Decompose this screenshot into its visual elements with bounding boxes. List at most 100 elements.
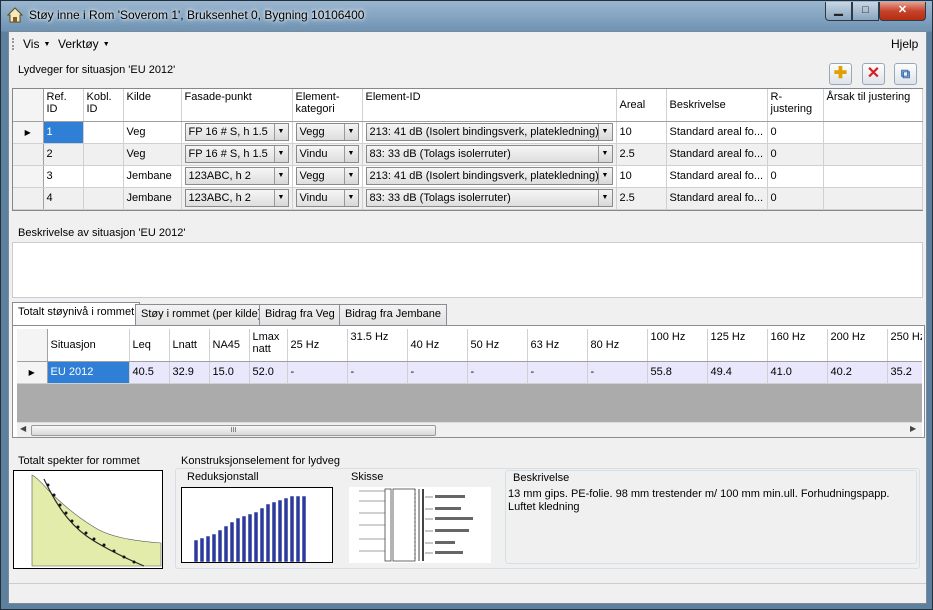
situasjon-description-field[interactable]: [12, 242, 923, 298]
r-justering-cell[interactable]: 0: [767, 187, 824, 210]
r-justering-cell[interactable]: 0: [767, 121, 824, 144]
kobl-id-cell[interactable]: [83, 165, 124, 188]
col-elementkategori[interactable]: Element-kategori: [292, 89, 363, 122]
col-ref-id[interactable]: Ref. ID: [43, 89, 84, 122]
beskrivelse-cell[interactable]: Standard areal fo...: [666, 187, 768, 210]
table-row[interactable]: 2 Veg FP 16 # S, h 1.5 ▼ Vindu ▼ 83: 33 dB…: [13, 143, 923, 166]
row-selector[interactable]: [13, 143, 44, 166]
chevron-down-icon[interactable]: ▼: [343, 124, 358, 140]
tab-totalt-stoyniva[interactable]: Totalt støynivå i rommet: [12, 302, 141, 326]
fasadepunkt-combo[interactable]: 123ABC, h 2 ▼: [184, 189, 289, 207]
kategori-combo[interactable]: Vindu ▼: [295, 189, 359, 207]
fasadepunkt-cell[interactable]: FP 16 # S, h 1.5 ▼: [181, 143, 293, 166]
col-25hz[interactable]: 25 Hz: [287, 329, 348, 362]
minimize-button[interactable]: ▁: [825, 2, 852, 21]
element-combo[interactable]: 83: 33 dB (Tolags isolerruter) ▼: [365, 145, 613, 163]
col-areal[interactable]: Areal: [616, 89, 667, 122]
col-situasjon[interactable]: Situasjon: [47, 329, 130, 362]
ref-id-cell[interactable]: 3: [43, 165, 84, 188]
menu-vis[interactable]: Vis ▼: [23, 37, 50, 51]
tab-bidrag-veg[interactable]: Bidrag fra Veg: [259, 304, 341, 325]
scroll-right-icon[interactable]: ▶: [910, 424, 916, 433]
col-250hz[interactable]: 250 Hz: [887, 329, 922, 362]
kategori-cell[interactable]: Vegg ▼: [292, 165, 363, 188]
delete-button[interactable]: ✕: [862, 63, 885, 85]
col-arsak[interactable]: Årsak til justering: [823, 89, 923, 122]
fasadepunkt-combo[interactable]: FP 16 # S, h 1.5 ▼: [184, 145, 289, 163]
chevron-down-icon[interactable]: ▼: [273, 146, 288, 162]
arsak-cell[interactable]: [823, 187, 923, 210]
beskrivelse-cell[interactable]: Standard areal fo...: [666, 143, 768, 166]
menu-grip-icon[interactable]: [12, 38, 14, 50]
beskrivelse-cell[interactable]: Standard areal fo...: [666, 121, 768, 144]
kategori-combo[interactable]: Vindu ▼: [295, 145, 359, 163]
element-combo[interactable]: 83: 33 dB (Tolags isolerruter) ▼: [365, 189, 613, 207]
copy-button[interactable]: ⧉: [894, 63, 917, 85]
col-kobl-id[interactable]: Kobl. ID: [83, 89, 124, 122]
kategori-cell[interactable]: Vegg ▼: [292, 121, 363, 144]
areal-cell[interactable]: 10: [616, 121, 667, 144]
row-selector[interactable]: [13, 187, 44, 210]
table-row[interactable]: ▶ 1 Veg FP 16 # S, h 1.5 ▼ Vegg ▼ 213: 41 …: [13, 121, 923, 144]
chevron-down-icon[interactable]: ▼: [343, 168, 358, 184]
kategori-combo[interactable]: Vegg ▼: [295, 167, 359, 185]
add-button[interactable]: ✚: [829, 63, 852, 85]
col-125hz[interactable]: 125 Hz: [707, 329, 768, 362]
kobl-id-cell[interactable]: [83, 143, 124, 166]
horizontal-scrollbar[interactable]: ◀ III ▶: [17, 422, 922, 437]
chevron-down-icon[interactable]: ▼: [273, 168, 288, 184]
title-bar[interactable]: Støy inne i Rom 'Soverom 1', Bruksenhet …: [1, 1, 932, 31]
element-cell[interactable]: 213: 41 dB (Isolert bindingsverk, platek…: [362, 165, 617, 188]
row-selector[interactable]: ▶: [17, 361, 48, 384]
col-100hz[interactable]: 100 Hz: [647, 329, 708, 362]
col-63hz[interactable]: 63 Hz: [527, 329, 588, 362]
areal-cell[interactable]: 2.5: [616, 187, 667, 210]
chevron-down-icon[interactable]: ▼: [343, 190, 358, 206]
col-r-justering[interactable]: R-justering: [767, 89, 824, 122]
col-31-5hz[interactable]: 31.5 Hz: [347, 329, 408, 362]
col-beskrivelse[interactable]: Beskrivelse: [666, 89, 768, 122]
element-cell[interactable]: 83: 33 dB (Tolags isolerruter) ▼: [362, 143, 617, 166]
fasadepunkt-cell[interactable]: 123ABC, h 2 ▼: [181, 165, 293, 188]
situasjon-cell[interactable]: EU 2012: [47, 361, 130, 384]
arsak-cell[interactable]: [823, 121, 923, 144]
col-leq[interactable]: Leq: [129, 329, 170, 362]
row-selector[interactable]: ▶: [13, 121, 44, 144]
menu-hjelp[interactable]: Hjelp: [891, 37, 918, 51]
chevron-down-icon[interactable]: ▼: [597, 190, 612, 206]
chevron-down-icon[interactable]: ▼: [597, 168, 612, 184]
tab-stoy-per-kilde[interactable]: Støy i rommet (per kilde): [135, 304, 268, 325]
element-combo[interactable]: 213: 41 dB (Isolert bindingsverk, platek…: [365, 123, 613, 141]
col-fasadepunkt[interactable]: Fasade-punkt: [181, 89, 293, 122]
col-40hz[interactable]: 40 Hz: [407, 329, 468, 362]
scroll-left-icon[interactable]: ◀: [20, 424, 26, 433]
element-cell[interactable]: 83: 33 dB (Tolags isolerruter) ▼: [362, 187, 617, 210]
col-lnatt[interactable]: Lnatt: [169, 329, 210, 362]
col-element-id[interactable]: Element-ID: [362, 89, 617, 122]
col-160hz[interactable]: 160 Hz: [767, 329, 828, 362]
tab-bidrag-jembane[interactable]: Bidrag fra Jembane: [339, 304, 447, 325]
ref-id-cell[interactable]: 4: [43, 187, 84, 210]
r-justering-cell[interactable]: 0: [767, 143, 824, 166]
arsak-cell[interactable]: [823, 165, 923, 188]
kobl-id-cell[interactable]: [83, 187, 124, 210]
chevron-down-icon[interactable]: ▼: [273, 190, 288, 206]
fasadepunkt-combo[interactable]: FP 16 # S, h 1.5 ▼: [184, 123, 289, 141]
table-row[interactable]: ▶ EU 2012 40.5 32.9 15.0 52.0 - - - - - …: [17, 361, 922, 384]
col-80hz[interactable]: 80 Hz: [587, 329, 648, 362]
fasadepunkt-combo[interactable]: 123ABC, h 2 ▼: [184, 167, 289, 185]
kategori-combo[interactable]: Vegg ▼: [295, 123, 359, 141]
beskrivelse-cell[interactable]: Standard areal fo...: [666, 165, 768, 188]
chevron-down-icon[interactable]: ▼: [343, 146, 358, 162]
fasadepunkt-cell[interactable]: 123ABC, h 2 ▼: [181, 187, 293, 210]
table-row[interactable]: 4 Jembane 123ABC, h 2 ▼ Vindu ▼ 83: 33 dB …: [13, 187, 923, 210]
col-kilde[interactable]: Kilde: [123, 89, 182, 122]
ref-id-cell[interactable]: 2: [43, 143, 84, 166]
chevron-down-icon[interactable]: ▼: [597, 124, 612, 140]
maximize-button[interactable]: □: [852, 2, 879, 21]
kategori-cell[interactable]: Vindu ▼: [292, 187, 363, 210]
chevron-down-icon[interactable]: ▼: [597, 146, 612, 162]
col-na45[interactable]: NA45: [209, 329, 250, 362]
fasadepunkt-cell[interactable]: FP 16 # S, h 1.5 ▼: [181, 121, 293, 144]
scrollbar-thumb[interactable]: III: [31, 425, 436, 436]
